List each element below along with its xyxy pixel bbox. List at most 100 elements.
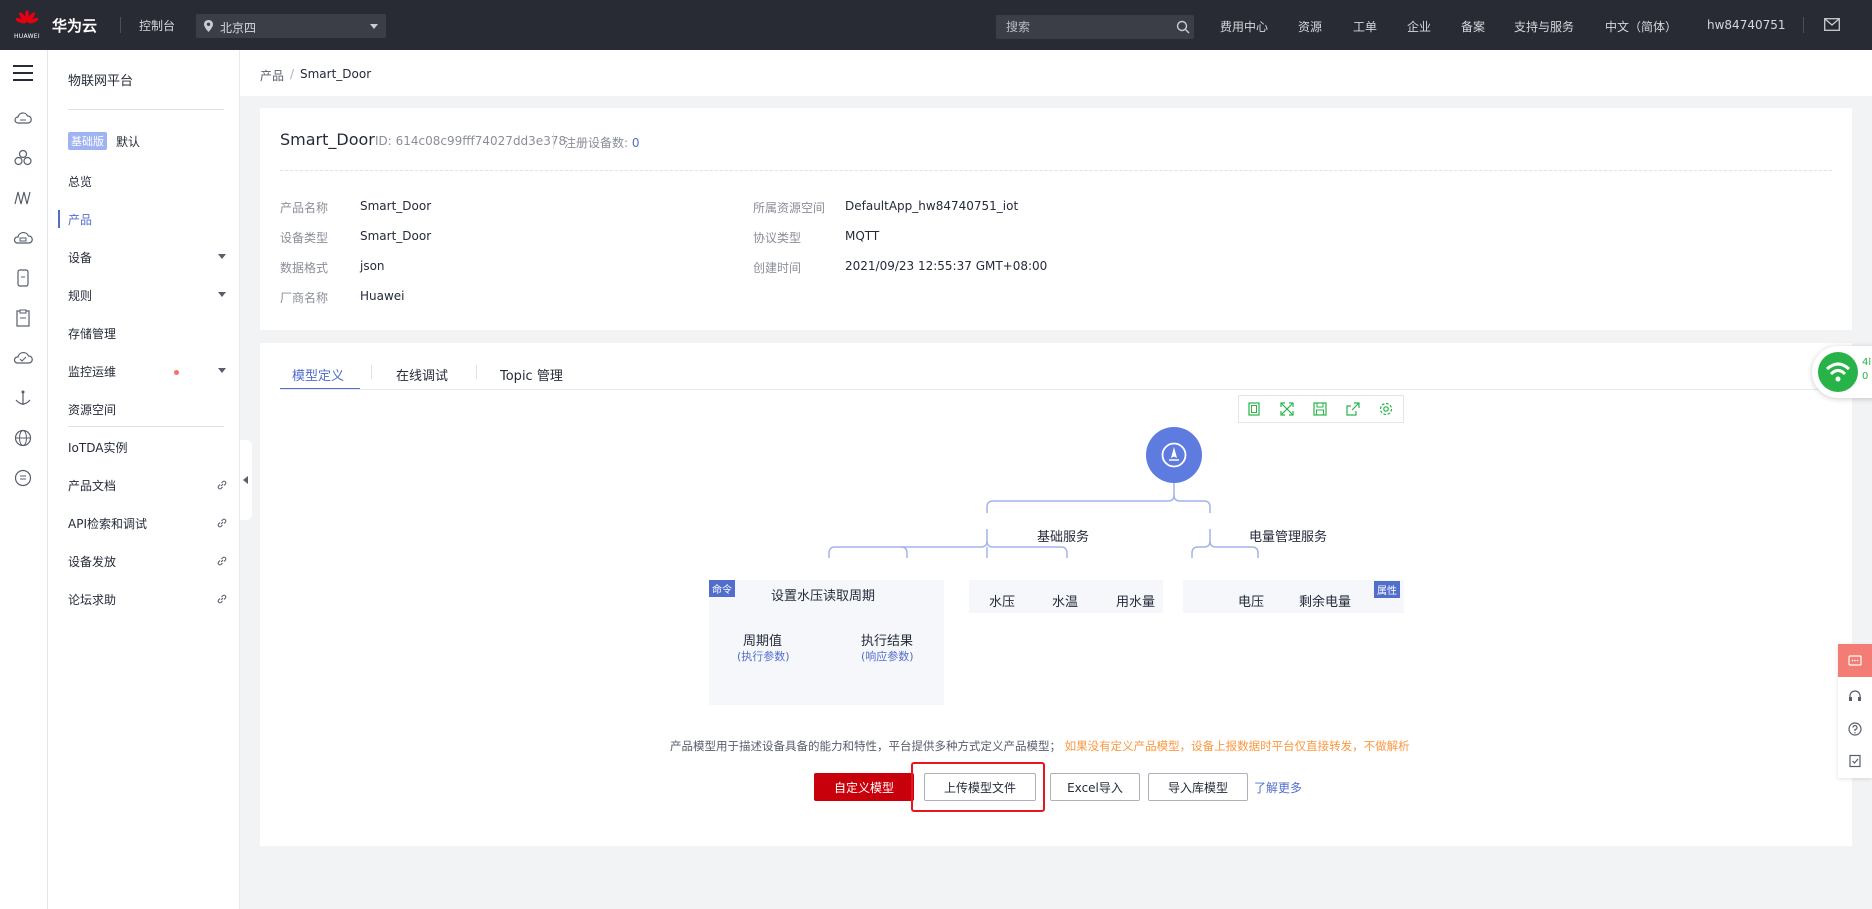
product-info-card: Smart_Door ID: 614c08c99fff74027dd3e378 … [260,108,1852,330]
cluster-icon[interactable] [13,148,33,168]
device-icon[interactable] [13,268,33,288]
divider [68,426,224,427]
region-selector[interactable]: 北京四 [196,14,386,38]
headset-icon[interactable] [1848,690,1862,704]
sidebar-item-products[interactable]: 产品 [68,211,92,228]
divider [280,170,1832,171]
data-format-value: json [360,259,385,273]
top-bar: HUAWEI 华为云 控制台 北京四 费用中心 资源 工单 企业 备案 支持与服… [0,0,1872,50]
edition-badge: 基础版 [68,132,107,150]
product-compass-icon [1161,442,1187,468]
property-voltage[interactable]: 电压 [1238,591,1264,610]
nav-tickets[interactable]: 工单 [1353,18,1377,35]
sidebar-collapse-handle[interactable] [240,440,252,520]
circle-doc-icon[interactable] [13,468,33,488]
document-icon[interactable] [13,308,33,328]
nav-support[interactable]: 支持与服务 [1514,18,1574,35]
property-water-usage[interactable]: 用水量 [1116,591,1155,610]
product-model-root[interactable] [1146,427,1202,483]
protocol-label: 协议类型 [753,231,802,245]
param-execution-result[interactable]: 执行结果 [861,630,913,649]
property-water-temperature[interactable]: 水温 [1052,591,1078,610]
service-basic[interactable]: 基础服务 [1037,526,1089,545]
anchor-icon[interactable] [13,388,33,408]
chat-icon [1848,655,1862,666]
cloud-check-icon[interactable] [13,348,33,368]
description-text: 产品模型用于描述设备具备的能力和特性，平台提供多种方式定义产品模型； [670,739,1061,753]
command-set-pressure-period[interactable]: 设置水压读取周期 [771,585,875,604]
nav-language[interactable]: 中文（简体） [1605,18,1677,35]
chevron-left-icon [243,476,248,484]
sidebar-item-overview[interactable]: 总览 [68,173,92,190]
nav-resources[interactable]: 资源 [1298,18,1322,35]
sidenav-title: 物联网平台 [68,74,134,89]
logo-text: HUAWEI [14,33,40,40]
network-text-1: 4l [1862,357,1872,368]
product-name-label: 产品名称 [280,201,329,215]
console-link[interactable]: 控制台 [139,17,175,34]
chevron-down-icon[interactable] [218,368,226,373]
model-description: 产品模型用于描述设备具备的能力和特性，平台提供多种方式定义产品模型； 如果没有定… [670,738,1410,754]
sidebar-item-monitoring[interactable]: 监控运维 [68,363,116,380]
feedback-button[interactable] [1838,644,1872,677]
network-text-2: 0 [1862,371,1869,382]
cloud-icon[interactable] [13,108,33,128]
divider [68,109,224,110]
network-text: 4l 0 [1862,356,1871,384]
floating-tools [1838,644,1872,778]
huawei-logo[interactable]: HUAWEI [12,10,42,42]
registered-devices-count[interactable]: 0 [632,136,640,150]
resource-space-label: 所属资源空间 [753,201,826,215]
sidebar-item-forum[interactable]: 论坛求助 [68,591,116,608]
param-period-value[interactable]: 周期值 [743,630,782,649]
breadcrumb-products[interactable]: 产品 [260,67,284,84]
import-library-model-button[interactable]: 导入库模型 [1148,773,1248,801]
chevron-down-icon[interactable] [218,292,226,297]
sidebar-item-rules[interactable]: 规则 [68,287,92,304]
created-time-label: 创建时间 [753,261,802,275]
sidebar-item-storage[interactable]: 存储管理 [68,325,116,342]
param-response-type: (响应参数) [861,650,914,663]
mail-icon[interactable] [1824,18,1840,31]
command-tag: 命令 [709,580,735,597]
help-icon[interactable] [1848,722,1862,736]
chevron-down-icon[interactable] [218,254,226,259]
search-icon[interactable] [1176,20,1190,34]
sidebar-item-device-provisioning[interactable]: 设备发放 [68,553,116,570]
divider [553,133,554,149]
nav-enterprise[interactable]: 企业 [1407,18,1431,35]
property-water-pressure[interactable]: 水压 [989,591,1015,610]
cloud-storage-icon[interactable] [13,228,33,248]
sidebar-item-resource-space[interactable]: 资源空间 [68,401,116,418]
search-input[interactable] [996,15,1194,39]
nav-billing[interactable]: 费用中心 [1220,18,1268,35]
chevron-down-icon [370,24,378,29]
learn-more-link[interactable]: 了解更多 [1254,779,1302,796]
sidebar-item-api-explorer[interactable]: API检索和调试 [68,515,147,532]
sidebar-item-iotda-instance[interactable]: IoTDA实例 [68,439,127,456]
edition-name[interactable]: 默认 [116,133,140,150]
checklist-icon[interactable] [1848,754,1862,768]
sidebar-item-devices[interactable]: 设备 [68,249,92,266]
active-indicator [58,210,60,228]
huawei-petals-icon [16,10,38,24]
property-remaining-battery[interactable]: 剩余电量 [1299,591,1351,610]
network-widget[interactable]: 4l 0 [1812,346,1872,398]
service-power-management[interactable]: 电量管理服务 [1249,526,1327,545]
nav-account[interactable]: hw84740751 [1707,18,1786,32]
external-link-icon [217,518,227,528]
brand-name[interactable]: 华为云 [52,15,97,36]
highlight-box [911,762,1045,812]
vendor-label: 厂商名称 [280,291,329,305]
divider [1803,17,1804,33]
custom-model-button[interactable]: 自定义模型 [814,773,914,801]
chart-icon[interactable] [13,188,33,208]
globe-icon[interactable] [13,428,33,448]
menu-icon[interactable] [13,65,33,81]
data-format-label: 数据格式 [280,261,329,275]
sidebar-item-product-docs[interactable]: 产品文档 [68,477,116,494]
excel-import-button[interactable]: Excel导入 [1050,773,1140,801]
nav-filing[interactable]: 备案 [1461,18,1485,35]
notification-dot [174,370,179,375]
icon-rail [0,50,48,909]
